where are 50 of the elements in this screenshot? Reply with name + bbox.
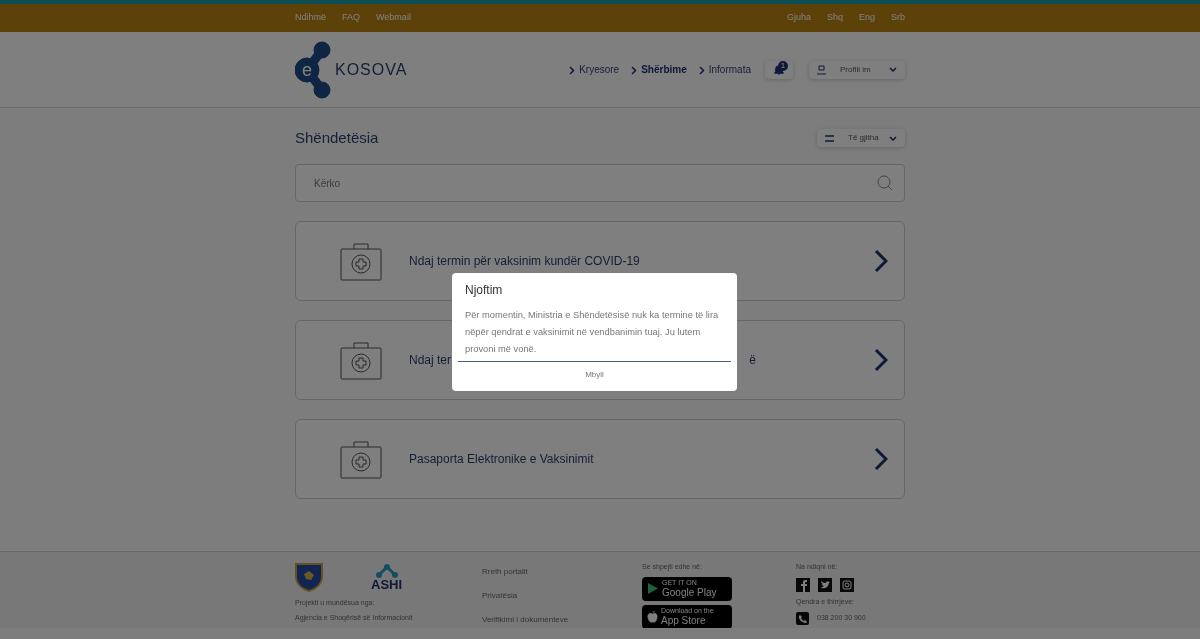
search-field[interactable]: Kërko [295, 164, 905, 202]
dialog-message: Për momentin, Ministria e Shëndetësisë nuk ka termine të lira nëpër qendrat e vaksinimit në vendbanimin tuaj. Ju lutem provoni më vonë. [464, 309, 720, 356]
top-link[interactable]: FAQ [342, 11, 361, 25]
nav-link[interactable]: Informata [692, 62, 757, 77]
close-button[interactable]: Mbyll [458, 361, 731, 387]
chevron-down-icon [889, 135, 897, 141]
footer-link[interactable]: Rreth portalit [482, 566, 642, 578]
coat-of-arms-icon [295, 562, 323, 592]
chevron-right-icon [874, 249, 888, 273]
notification-count: 1 [778, 60, 788, 71]
service-title: Ndaj termin për vaksinim kundër COVID-19 [409, 253, 640, 270]
profile-dropdown[interactable]: Profili im [809, 60, 905, 79]
language-link[interactable]: Shq [826, 11, 843, 25]
phone-icon [796, 612, 809, 625]
top-link[interactable]: Webmail [376, 11, 411, 25]
language-link[interactable]: Eng [858, 11, 875, 25]
chevron-right-icon [874, 447, 888, 471]
search-icon [877, 175, 893, 191]
notifications-button[interactable]: 1 [765, 60, 793, 79]
service-title: ë [749, 352, 756, 369]
filter-icon [825, 134, 834, 142]
facebook-icon[interactable] [796, 577, 810, 592]
footer-link[interactable]: Privatësia [482, 590, 642, 602]
page-title: Shëndetësia [295, 127, 379, 148]
twitter-icon[interactable] [818, 577, 832, 592]
chevron-down-icon [889, 67, 897, 72]
apple-icon [647, 610, 658, 623]
ashi-logo-icon [374, 564, 399, 578]
chevron-right-icon [569, 65, 576, 75]
logo-text: KOSOVA [335, 59, 408, 80]
filter-dropdown[interactable]: Të gjitha [817, 129, 905, 147]
nav-link[interactable]: Kryesore [563, 62, 626, 77]
language-label: Gjuha [786, 11, 811, 25]
language-link[interactable]: Srb [891, 11, 905, 25]
service-title: Pasaporta Elektronike e Vaksinimit [409, 451, 594, 468]
medical-kit-icon [340, 439, 382, 479]
instagram-icon[interactable] [840, 577, 854, 592]
ashi-logo-text: ASHI [371, 578, 403, 592]
play-triangle-icon [647, 582, 659, 595]
logo-letter: e [302, 59, 312, 80]
chevron-right-icon [698, 65, 705, 75]
dialog-title: Njoftim [464, 282, 504, 299]
chevron-right-icon [631, 65, 638, 75]
chevron-right-icon [874, 348, 888, 372]
medical-kit-icon [340, 340, 382, 380]
service-card[interactable]: Pasaporta Elektronike e Vaksinimit [295, 419, 905, 499]
top-link[interactable]: Ndihmë [295, 11, 326, 25]
medical-kit-icon [340, 241, 382, 281]
nav-link[interactable]: Shërbime [625, 62, 693, 77]
service-title: Ndaj ter [409, 352, 452, 369]
